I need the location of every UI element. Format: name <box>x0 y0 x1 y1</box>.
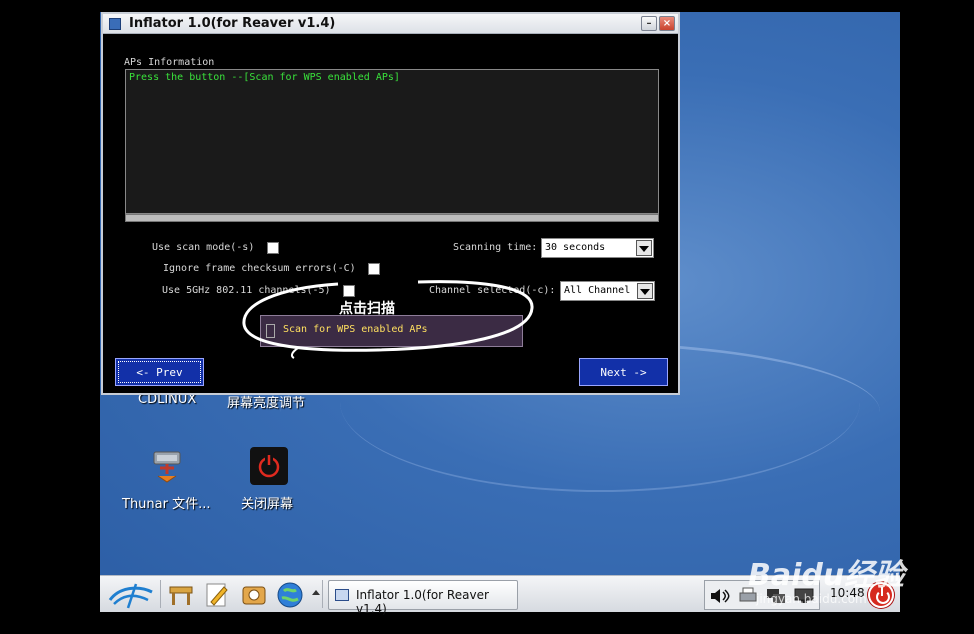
start-menu-icon[interactable] <box>106 580 156 610</box>
aps-console: Press the button --[Scan for WPS enabled… <box>125 69 659 214</box>
volume-icon[interactable] <box>709 587 731 605</box>
taskbar-item-label: Inflator 1.0(for Reaver v1.4) <box>356 588 489 616</box>
chevron-down-icon[interactable] <box>637 283 653 299</box>
close-button[interactable]: × <box>659 16 675 31</box>
minimize-button[interactable]: – <box>641 16 657 31</box>
channel-value: All Channel <box>564 285 631 296</box>
window-titlebar[interactable]: Inflator 1.0(for Reaver v1.4) – × <box>103 14 678 34</box>
window-icon <box>335 589 349 601</box>
desktop-icon-label: 关闭屏幕 <box>241 497 294 512</box>
prev-button-label: <- Prev <box>136 366 183 379</box>
text-editor-icon[interactable] <box>204 581 230 609</box>
window-title: Inflator 1.0(for Reaver v1.4) <box>129 16 336 31</box>
separator <box>160 580 161 608</box>
chevron-up-icon[interactable] <box>312 590 320 595</box>
separator <box>322 580 323 608</box>
channel-select[interactable]: All Channel <box>560 281 655 301</box>
taskbar-item-inflator[interactable]: Inflator 1.0(for Reaver v1.4) <box>328 580 518 616</box>
web-browser-icon[interactable] <box>276 581 304 609</box>
app-icon <box>109 18 121 30</box>
scanning-time-label: Scanning time: <box>453 242 538 253</box>
scan-mode-checkbox[interactable] <box>267 242 279 254</box>
prev-button[interactable]: <- Prev <box>115 358 204 386</box>
watermark-url: jingyan.baidu.com <box>756 592 867 606</box>
ignore-checksum-label: Ignore frame checksum errors(-C) <box>163 263 356 274</box>
ignore-checksum-checkbox[interactable] <box>368 263 380 275</box>
desk-app-icon[interactable] <box>168 583 194 607</box>
aps-section-label: APs Information <box>124 57 215 68</box>
file-manager-icon[interactable] <box>148 446 186 486</box>
power-icon[interactable] <box>250 447 288 485</box>
watermark-logo: Baidu经验 <box>748 558 905 593</box>
scanning-time-value: 30 seconds <box>545 242 606 253</box>
scanning-time-select[interactable]: 30 seconds <box>541 238 654 258</box>
next-button[interactable]: Next -> <box>579 358 668 386</box>
desktop-icon-label: Thunar 文件... <box>122 497 211 512</box>
chevron-down-icon[interactable] <box>636 240 652 256</box>
aps-console-text: Press the button --[Scan for WPS enabled… <box>129 72 400 83</box>
screenshot-icon[interactable] <box>240 581 268 609</box>
scan-mode-label: Use scan mode(-s) <box>152 242 255 253</box>
aps-horizontal-scrollbar[interactable] <box>125 214 659 222</box>
next-button-label: Next -> <box>600 366 647 379</box>
annotation-circle <box>242 280 534 359</box>
